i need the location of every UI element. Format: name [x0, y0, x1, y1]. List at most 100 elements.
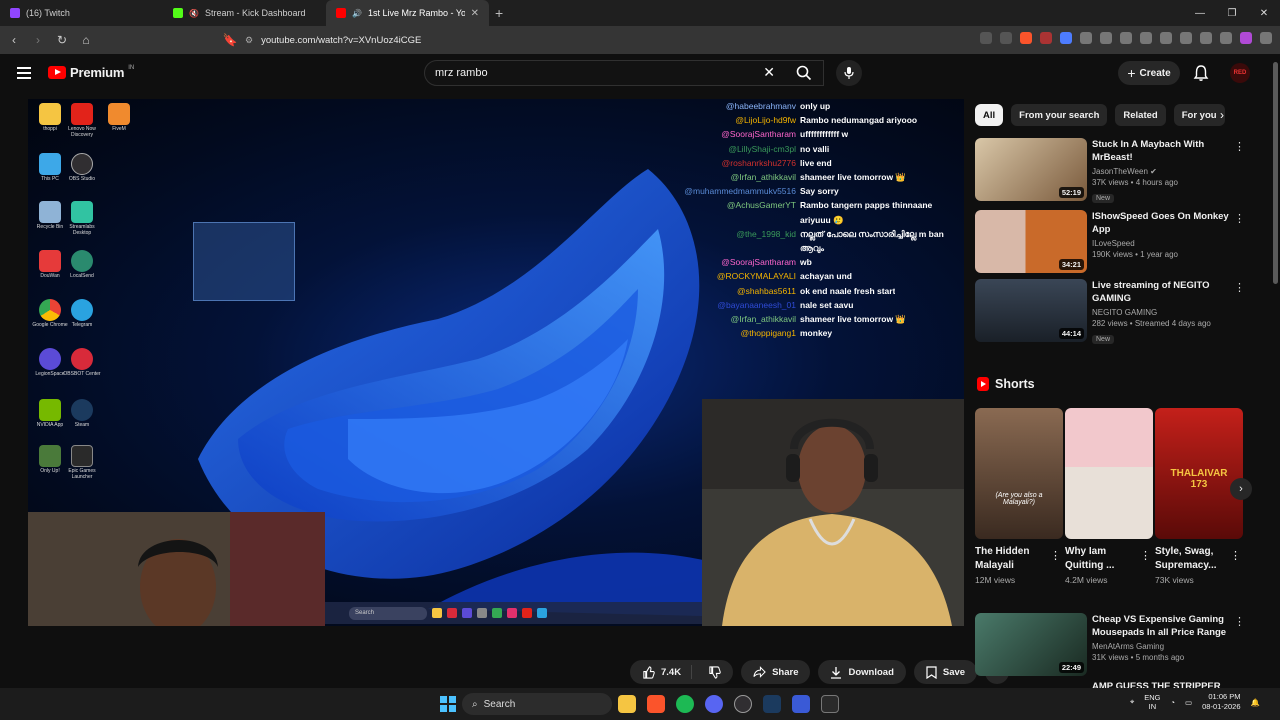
- short-thumbnail[interactable]: (Are you also a Malayali?): [975, 408, 1063, 539]
- wifi-icon[interactable]: ◔: [1171, 698, 1176, 707]
- share-button[interactable]: Share: [741, 660, 811, 684]
- epic-games-icon[interactable]: [821, 695, 839, 713]
- chip-from-your-search[interactable]: From your search: [1011, 104, 1108, 126]
- taskbar-clock[interactable]: 01:06 PM 08-01-2026: [1202, 692, 1240, 712]
- account-avatar[interactable]: RED: [1230, 63, 1250, 83]
- close-window-icon[interactable]: ✕: [1248, 0, 1280, 26]
- video-thumbnail[interactable]: 22:49: [975, 613, 1087, 676]
- dislike-button[interactable]: [698, 665, 733, 679]
- tab-twitch[interactable]: (16) Twitch: [0, 0, 163, 26]
- translate-icon[interactable]: [1060, 32, 1072, 44]
- video-title[interactable]: Live streaming of NEGITO GAMING: [1092, 279, 1230, 305]
- short-item[interactable]: Why Iam Quitting ... 4.2M views ⋮: [1065, 408, 1153, 585]
- voice-search-button[interactable]: [836, 60, 862, 86]
- short-thumbnail[interactable]: THALAIVAR 173: [1155, 408, 1243, 539]
- menu-icon[interactable]: [17, 67, 31, 79]
- back-icon[interactable]: ‹: [4, 30, 24, 50]
- more-options-icon[interactable]: ⋮: [1230, 549, 1241, 562]
- more-options-icon[interactable]: ⋮: [1234, 281, 1245, 294]
- channel-name[interactable]: MenAtArms Gaming: [1092, 642, 1230, 651]
- playlist-icon[interactable]: [1140, 32, 1152, 44]
- channel-name[interactable]: JasonTheWeen ✔: [1092, 167, 1230, 176]
- create-button[interactable]: + Create: [1118, 61, 1180, 85]
- video-title[interactable]: Stuck In A Maybach With MrBeast!: [1092, 138, 1230, 164]
- obs-icon[interactable]: [734, 695, 752, 713]
- chip-related[interactable]: Related: [1115, 104, 1166, 126]
- reload-icon[interactable]: ↻: [52, 30, 72, 50]
- page-scrollbar[interactable]: [1273, 62, 1278, 284]
- app-icon[interactable]: [792, 695, 810, 713]
- brave-shield-icon[interactable]: [1020, 32, 1032, 44]
- new-tab-button[interactable]: +: [495, 5, 503, 21]
- restore-icon[interactable]: ❐: [1216, 0, 1248, 26]
- chips-next-icon[interactable]: ›: [1220, 108, 1224, 122]
- forward-icon[interactable]: ›: [28, 30, 48, 50]
- minimize-icon[interactable]: —: [1184, 0, 1216, 26]
- tab-youtube[interactable]: 🔊 1st Live Mrz Rambo - YouTube ✕: [326, 0, 489, 26]
- recommendation-item[interactable]: 22:49 Cheap VS Expensive Gaming Mousepad…: [975, 613, 1245, 677]
- url-field[interactable]: ⚙ youtube.com/watch?v=XVnUoz4iCGE: [245, 30, 960, 50]
- location-icon[interactable]: ⌖: [1130, 697, 1134, 707]
- video-title[interactable]: Cheap VS Expensive Gaming Mousepads In a…: [1092, 613, 1230, 639]
- more-options-icon[interactable]: ⋮: [1050, 549, 1061, 562]
- short-item[interactable]: (Are you also a Malayali?) The Hidden Ma…: [975, 408, 1063, 585]
- chip-for-you[interactable]: For you: [1173, 104, 1225, 126]
- video-player[interactable]: thoppi Lenovo Now Discovery FiveM This P…: [28, 99, 964, 626]
- recommendation-item[interactable]: 52:19 Stuck In A Maybach With MrBeast! J…: [975, 138, 1245, 203]
- steam-icon[interactable]: [763, 695, 781, 713]
- site-info-icon[interactable]: ⚙: [245, 35, 253, 46]
- download-button[interactable]: Download: [818, 660, 906, 684]
- camera-icon[interactable]: [1120, 32, 1132, 44]
- video-thumbnail[interactable]: 52:19: [975, 138, 1087, 201]
- video-thumbnail[interactable]: 34:21: [975, 210, 1087, 273]
- share-page-icon[interactable]: [1000, 32, 1012, 44]
- notifications-bell-icon[interactable]: [1192, 64, 1210, 82]
- channel-name[interactable]: NEGITO GAMING: [1092, 308, 1230, 317]
- tab-kick[interactable]: 🔇 Stream - Kick Dashboard: [163, 0, 326, 26]
- clear-search-icon[interactable]: ✕: [763, 64, 775, 81]
- discord-icon[interactable]: [705, 695, 723, 713]
- short-thumbnail[interactable]: [1065, 408, 1153, 539]
- save-button[interactable]: Save: [913, 660, 978, 684]
- close-tab-icon[interactable]: ✕: [471, 8, 479, 19]
- like-button[interactable]: 7.4K: [630, 665, 693, 679]
- more-options-icon[interactable]: ⋮: [1140, 549, 1151, 562]
- short-title[interactable]: Style, Swag, Supremacy...: [1155, 545, 1229, 573]
- menu-icon[interactable]: [1260, 32, 1272, 44]
- home-icon[interactable]: ⌂: [76, 30, 96, 50]
- profile-icon[interactable]: [1240, 32, 1252, 44]
- video-title[interactable]: IShowSpeed Goes On Monkey App: [1092, 210, 1230, 236]
- input-language[interactable]: ENG IN: [1144, 693, 1160, 711]
- windows-start-icon[interactable]: [440, 696, 456, 712]
- shorts-next-button[interactable]: ›: [1230, 478, 1252, 500]
- recommendation-item[interactable]: 34:21 IShowSpeed Goes On Monkey App ILov…: [975, 210, 1245, 274]
- brave-icon[interactable]: [647, 695, 665, 713]
- extension-icon[interactable]: [1080, 32, 1092, 44]
- brave-rewards-icon[interactable]: [1040, 32, 1052, 44]
- vpn-icon[interactable]: [1220, 32, 1232, 44]
- taskbar-search[interactable]: ⌕ Search: [462, 693, 612, 715]
- sidebar-icon[interactable]: [1160, 32, 1172, 44]
- more-options-icon[interactable]: ⋮: [1234, 212, 1245, 225]
- short-title[interactable]: The Hidden Malayali: [975, 545, 1049, 573]
- short-item[interactable]: THALAIVAR 173 Style, Swag, Supremacy... …: [1155, 408, 1243, 585]
- search-input[interactable]: mrz rambo ✕: [424, 60, 824, 86]
- bookmark-icon[interactable]: 🔖: [220, 30, 240, 50]
- notification-icon[interactable]: 🔔: [1251, 698, 1260, 707]
- file-explorer-icon[interactable]: [618, 695, 636, 713]
- search-button[interactable]: [786, 60, 822, 86]
- short-title[interactable]: Why Iam Quitting ...: [1065, 545, 1139, 573]
- puzzle-icon[interactable]: [1100, 32, 1112, 44]
- spotify-icon[interactable]: [676, 695, 694, 713]
- more-options-icon[interactable]: ⋮: [1234, 615, 1245, 628]
- youtube-premium-logo[interactable]: Premium IN: [48, 65, 134, 80]
- leo-icon[interactable]: [1200, 32, 1212, 44]
- chip-all[interactable]: All: [975, 104, 1004, 126]
- video-thumbnail[interactable]: 44:14: [975, 279, 1087, 342]
- channel-name[interactable]: ILoveSpeed: [1092, 239, 1230, 248]
- screenshot-icon[interactable]: [980, 32, 992, 44]
- recommendation-item[interactable]: 44:14 Live streaming of NEGITO GAMING NE…: [975, 279, 1245, 344]
- wallet-icon[interactable]: [1180, 32, 1192, 44]
- more-options-icon[interactable]: ⋮: [1234, 140, 1245, 153]
- battery-icon[interactable]: ▭: [1185, 698, 1192, 707]
